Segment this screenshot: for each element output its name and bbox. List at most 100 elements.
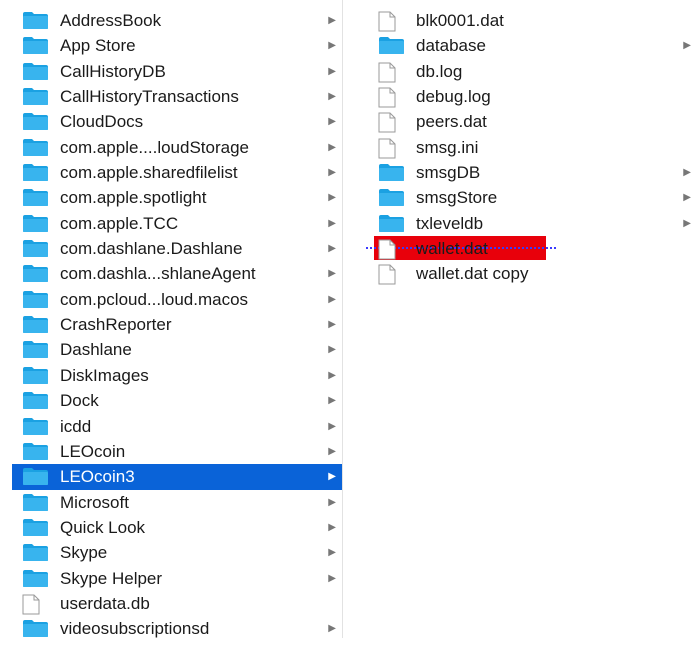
disclosure-arrow-icon: ▶: [328, 40, 336, 52]
item-label: LEOcoin3: [60, 467, 135, 487]
folder-item-com-dashlane-dashlane[interactable]: com.dashlane.Dashlane ▶: [12, 236, 342, 261]
item-label: CallHistoryDB: [60, 61, 166, 81]
item-label: smsgStore: [416, 188, 498, 208]
disclosure-arrow-icon: ▶: [328, 268, 336, 280]
item-label: Quick Look: [60, 517, 146, 537]
item-label: LEOcoin: [60, 441, 126, 461]
file-icon: [378, 239, 396, 267]
folder-item-com-apple-spotlight[interactable]: com.apple.spotlight ▶: [12, 185, 342, 210]
disclosure-arrow-icon: ▶: [683, 192, 691, 204]
file-item-blk0001-dat[interactable]: blk0001.dat: [370, 8, 691, 33]
file-item-smsg-ini[interactable]: smsg.ini: [370, 135, 691, 160]
folder-item-dashlane[interactable]: Dashlane ▶: [12, 337, 342, 362]
folder-item-com-apple-loudstorage[interactable]: com.apple....loudStorage ▶: [12, 135, 342, 160]
folder-item-smsgstore[interactable]: smsgStore ▶: [370, 185, 691, 210]
folder-item-com-apple-sharedfilelist[interactable]: com.apple.sharedfilelist ▶: [12, 160, 342, 185]
disclosure-arrow-icon: ▶: [328, 293, 336, 305]
folder-item-crashreporter[interactable]: CrashReporter ▶: [12, 312, 342, 337]
file-item-wallet-dat[interactable]: wallet.dat: [370, 236, 691, 261]
folder-item-smsgdb[interactable]: smsgDB ▶: [370, 160, 691, 185]
item-label: Microsoft: [60, 492, 129, 512]
folder-item-dock[interactable]: Dock ▶: [12, 388, 342, 413]
item-label: com.dashla...shlaneAgent: [60, 264, 256, 284]
disclosure-arrow-icon: ▶: [328, 91, 336, 103]
folder-item-callhistorytransactions[interactable]: CallHistoryTransactions ▶: [12, 84, 342, 109]
item-label: icdd: [60, 416, 92, 436]
item-label: com.apple.spotlight: [60, 188, 207, 208]
column-library-application-support: AddressBook ▶ App Store ▶ CallHistoryDB ▶ Call…: [12, 8, 342, 642]
item-label: wallet.dat copy: [416, 264, 529, 284]
disclosure-arrow-icon: ▶: [328, 623, 336, 635]
folder-icon: [22, 619, 49, 645]
item-label: txleveldb: [416, 213, 484, 233]
item-label: blk0001.dat: [416, 11, 504, 30]
folder-item-callhistorydb[interactable]: CallHistoryDB ▶: [12, 59, 342, 84]
folder-item-com-dashla-shlaneagent[interactable]: com.dashla...shlaneAgent ▶: [12, 261, 342, 286]
disclosure-arrow-icon: ▶: [328, 471, 336, 483]
folder-item-leocoin3[interactable]: LEOcoin3 ▶: [12, 464, 342, 490]
item-label: com.apple....loudStorage: [60, 137, 250, 157]
folder-item-diskimages[interactable]: DiskImages ▶: [12, 363, 342, 388]
folder-item-leocoin[interactable]: LEOcoin ▶: [12, 439, 342, 464]
disclosure-arrow-icon: ▶: [683, 217, 691, 229]
file-item-db-log[interactable]: db.log: [370, 59, 691, 84]
folder-item-addressbook[interactable]: AddressBook ▶: [12, 8, 342, 33]
folder-item-skype-helper[interactable]: Skype Helper ▶: [12, 566, 342, 591]
disclosure-arrow-icon: ▶: [328, 496, 336, 508]
item-label: debug.log: [416, 87, 491, 107]
item-label: db.log: [416, 61, 463, 81]
item-label: com.pcloud...loud.macos: [60, 289, 249, 309]
folder-item-com-pcloud-loud-macos[interactable]: com.pcloud...loud.macos ▶: [12, 287, 342, 312]
folder-item-skype[interactable]: Skype ▶: [12, 540, 342, 565]
folder-item-app-store[interactable]: App Store ▶: [12, 33, 342, 58]
item-label: smsgDB: [416, 163, 481, 183]
file-item-peers-dat[interactable]: peers.dat: [370, 109, 691, 134]
item-label: com.apple.sharedfilelist: [60, 163, 238, 183]
disclosure-arrow-icon: ▶: [328, 243, 336, 255]
file-item-debug-log[interactable]: debug.log: [370, 84, 691, 109]
disclosure-arrow-icon: ▶: [328, 116, 336, 128]
item-label: Skype Helper: [60, 568, 163, 588]
disclosure-arrow-icon: ▶: [683, 167, 691, 179]
item-label: AddressBook: [60, 11, 162, 30]
item-label: App Store: [60, 36, 136, 56]
item-label: Dashlane: [60, 340, 132, 360]
item-label: videosubscriptionsd: [60, 619, 210, 639]
disclosure-arrow-icon: ▶: [328, 192, 336, 204]
folder-item-txleveldb[interactable]: txleveldb ▶: [370, 211, 691, 236]
item-label: smsg.ini: [416, 137, 479, 157]
item-label: wallet.dat: [416, 239, 488, 259]
file-item-userdata-db[interactable]: userdata.db: [12, 591, 342, 616]
item-label: userdata.db: [60, 593, 150, 613]
disclosure-arrow-icon: ▶: [328, 420, 336, 432]
item-label: CloudDocs: [60, 112, 144, 132]
column-leocoin3-contents: blk0001.dat database ▶ db.log debug.log peers…: [370, 8, 691, 287]
folder-item-microsoft[interactable]: Microsoft ▶: [12, 490, 342, 515]
disclosure-arrow-icon: ▶: [328, 369, 336, 381]
disclosure-arrow-icon: ▶: [328, 167, 336, 179]
finder-column-view: AddressBook ▶ App Store ▶ CallHistoryDB ▶ Call…: [0, 0, 691, 652]
disclosure-arrow-icon: ▶: [328, 395, 336, 407]
disclosure-arrow-icon: ▶: [328, 445, 336, 457]
item-label: peers.dat: [416, 112, 487, 132]
folder-item-com-apple-tcc[interactable]: com.apple.TCC ▶: [12, 211, 342, 236]
item-label: DiskImages: [60, 365, 149, 385]
file-icon: [378, 264, 396, 292]
disclosure-arrow-icon: ▶: [328, 15, 336, 26]
disclosure-arrow-icon: ▶: [328, 319, 336, 331]
item-label: CallHistoryTransactions: [60, 87, 239, 107]
item-label: com.apple.TCC: [60, 213, 179, 233]
item-label: Skype: [60, 543, 108, 563]
file-item-wallet-dat-copy[interactable]: wallet.dat copy: [370, 261, 691, 286]
item-label: database: [416, 36, 486, 56]
column-divider[interactable]: [342, 0, 343, 638]
folder-item-videosubscriptionsd[interactable]: videosubscriptionsd ▶: [12, 616, 342, 641]
disclosure-arrow-icon: ▶: [328, 572, 336, 584]
folder-item-icdd[interactable]: icdd ▶: [12, 414, 342, 439]
folder-item-database[interactable]: database ▶: [370, 33, 691, 58]
item-label: CrashReporter: [60, 315, 172, 335]
disclosure-arrow-icon: ▶: [328, 65, 336, 77]
folder-item-clouddocs[interactable]: CloudDocs ▶: [12, 109, 342, 134]
disclosure-arrow-icon: ▶: [328, 547, 336, 559]
folder-item-quick-look[interactable]: Quick Look ▶: [12, 515, 342, 540]
